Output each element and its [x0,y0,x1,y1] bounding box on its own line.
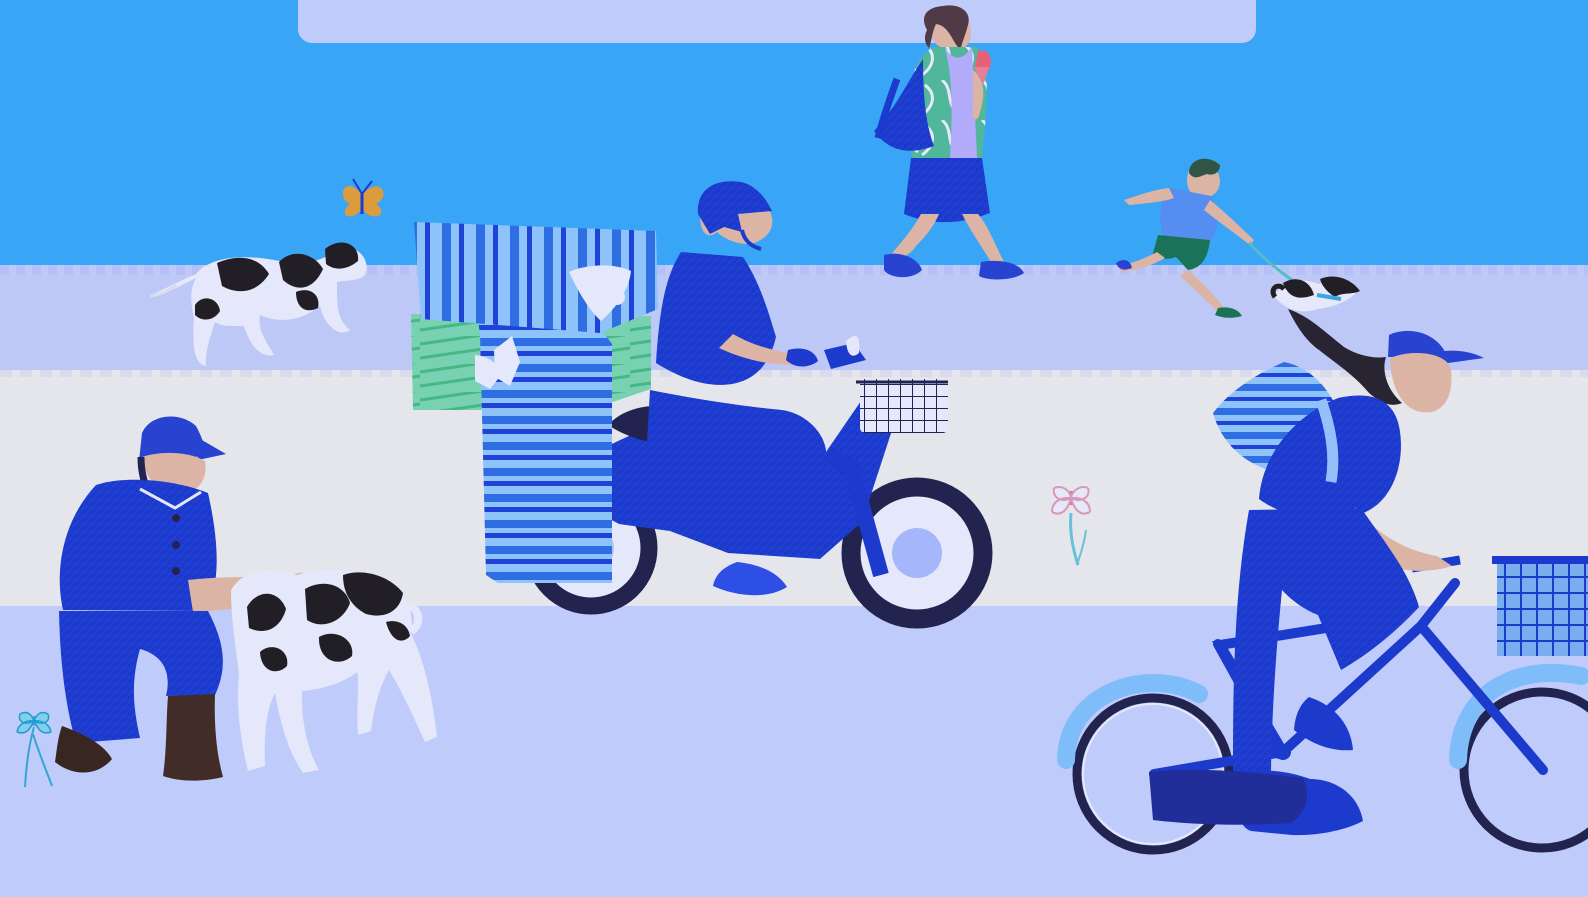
hand-drawn-illustration [0,0,1588,897]
illustration-scene [0,0,1588,897]
crayon-texture-overlay [0,0,1588,897]
